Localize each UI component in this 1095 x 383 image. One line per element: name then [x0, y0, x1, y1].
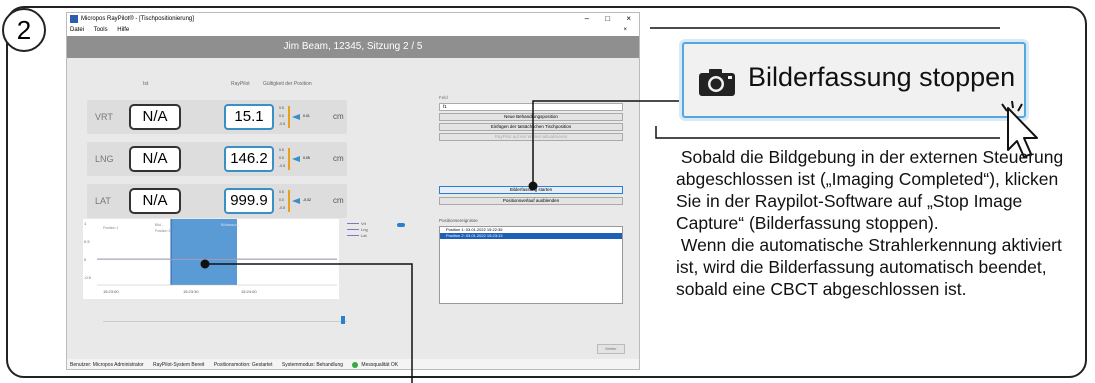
callout-line-chart — [205, 263, 413, 383]
instruction-paragraph-2: Wenn die automatische Strahlerkennung ak… — [676, 235, 1067, 299]
stop-capture-label: Bilderfassung stoppen — [748, 62, 1016, 92]
step-number-badge: 2 — [2, 8, 46, 52]
instruction-paragraph-1: Sobald die Bildgebung in der externen St… — [676, 147, 1069, 233]
callout-line-start-button — [532, 100, 682, 186]
instruction-text: Sobald die Bildgebung in der externen St… — [676, 146, 1072, 300]
callout-line-bottom — [655, 126, 1000, 139]
camera-icon — [699, 69, 735, 96]
step-number: 2 — [16, 14, 32, 45]
callout-dot-chart — [200, 259, 210, 269]
stop-capture-button[interactable]: Bilderfassung stoppen — [682, 42, 1026, 118]
callout-dot-start-button — [528, 181, 538, 191]
